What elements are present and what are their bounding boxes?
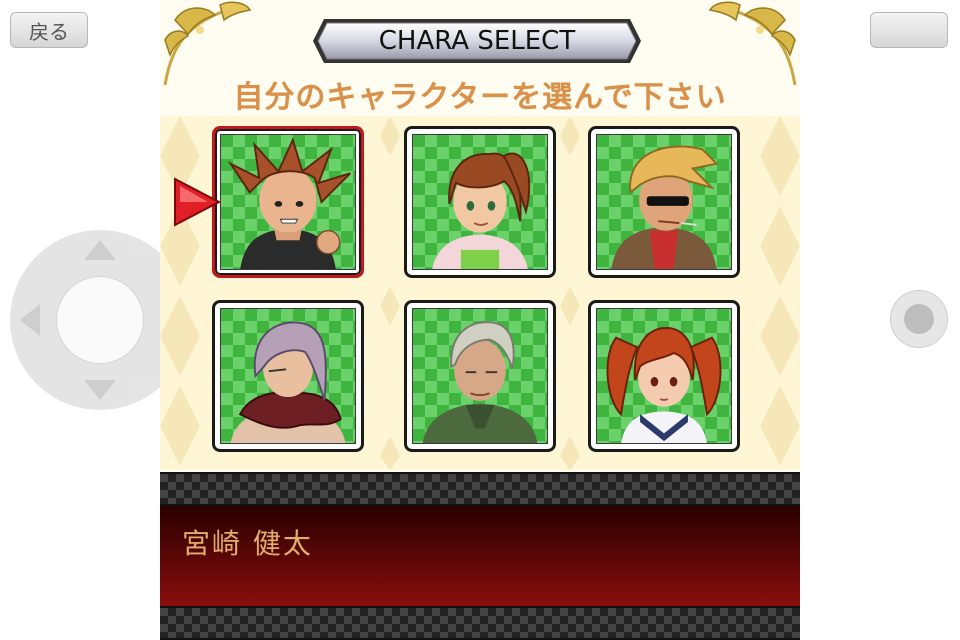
portrait-background [412,134,548,270]
portrait-background [220,134,356,270]
portrait-background [220,308,356,444]
instruction-text: 自分のキャラクターを選んで下さい [233,80,727,115]
brown-ponytail-girl-portrait [432,152,531,269]
action-button-dot-icon [904,304,934,334]
game-screen: CHARA SELECT 自分のキャラクターを選んで下さい 宮崎 健太 [160,0,800,640]
back-button[interactable]: 戻る [10,12,88,48]
portrait-background [596,308,732,444]
dpad-center [56,276,144,364]
gray-hair-old-man-portrait [422,321,538,443]
action-button[interactable] [890,290,948,348]
character-card-3[interactable] [588,126,740,278]
red-twintails-girl-portrait [606,327,722,443]
character-card-6[interactable] [588,300,740,452]
portrait-background [596,134,732,270]
screen-title: CHARA SELECT [378,26,576,56]
character-card-1[interactable] [212,126,364,278]
character-card-5[interactable] [404,300,556,452]
dpad-up-arrow-icon[interactable] [84,240,116,260]
character-card-2[interactable] [404,126,556,278]
checker-divider-top [160,472,800,506]
checker-divider-bottom [160,606,800,640]
selected-character-name: 宮崎 健太 [182,527,313,560]
character-card-4[interactable] [212,300,364,452]
purple-hair-scarf-portrait [230,321,346,443]
portrait-background [412,308,548,444]
dpad-down-arrow-icon[interactable] [84,380,116,400]
dpad-left-arrow-icon[interactable] [20,304,40,336]
selection-cursor-icon [174,177,222,227]
menu-button[interactable] [870,12,948,48]
blonde-sunglasses-man-portrait [611,145,719,269]
spiky-brown-hair-boy-portrait [227,137,351,269]
